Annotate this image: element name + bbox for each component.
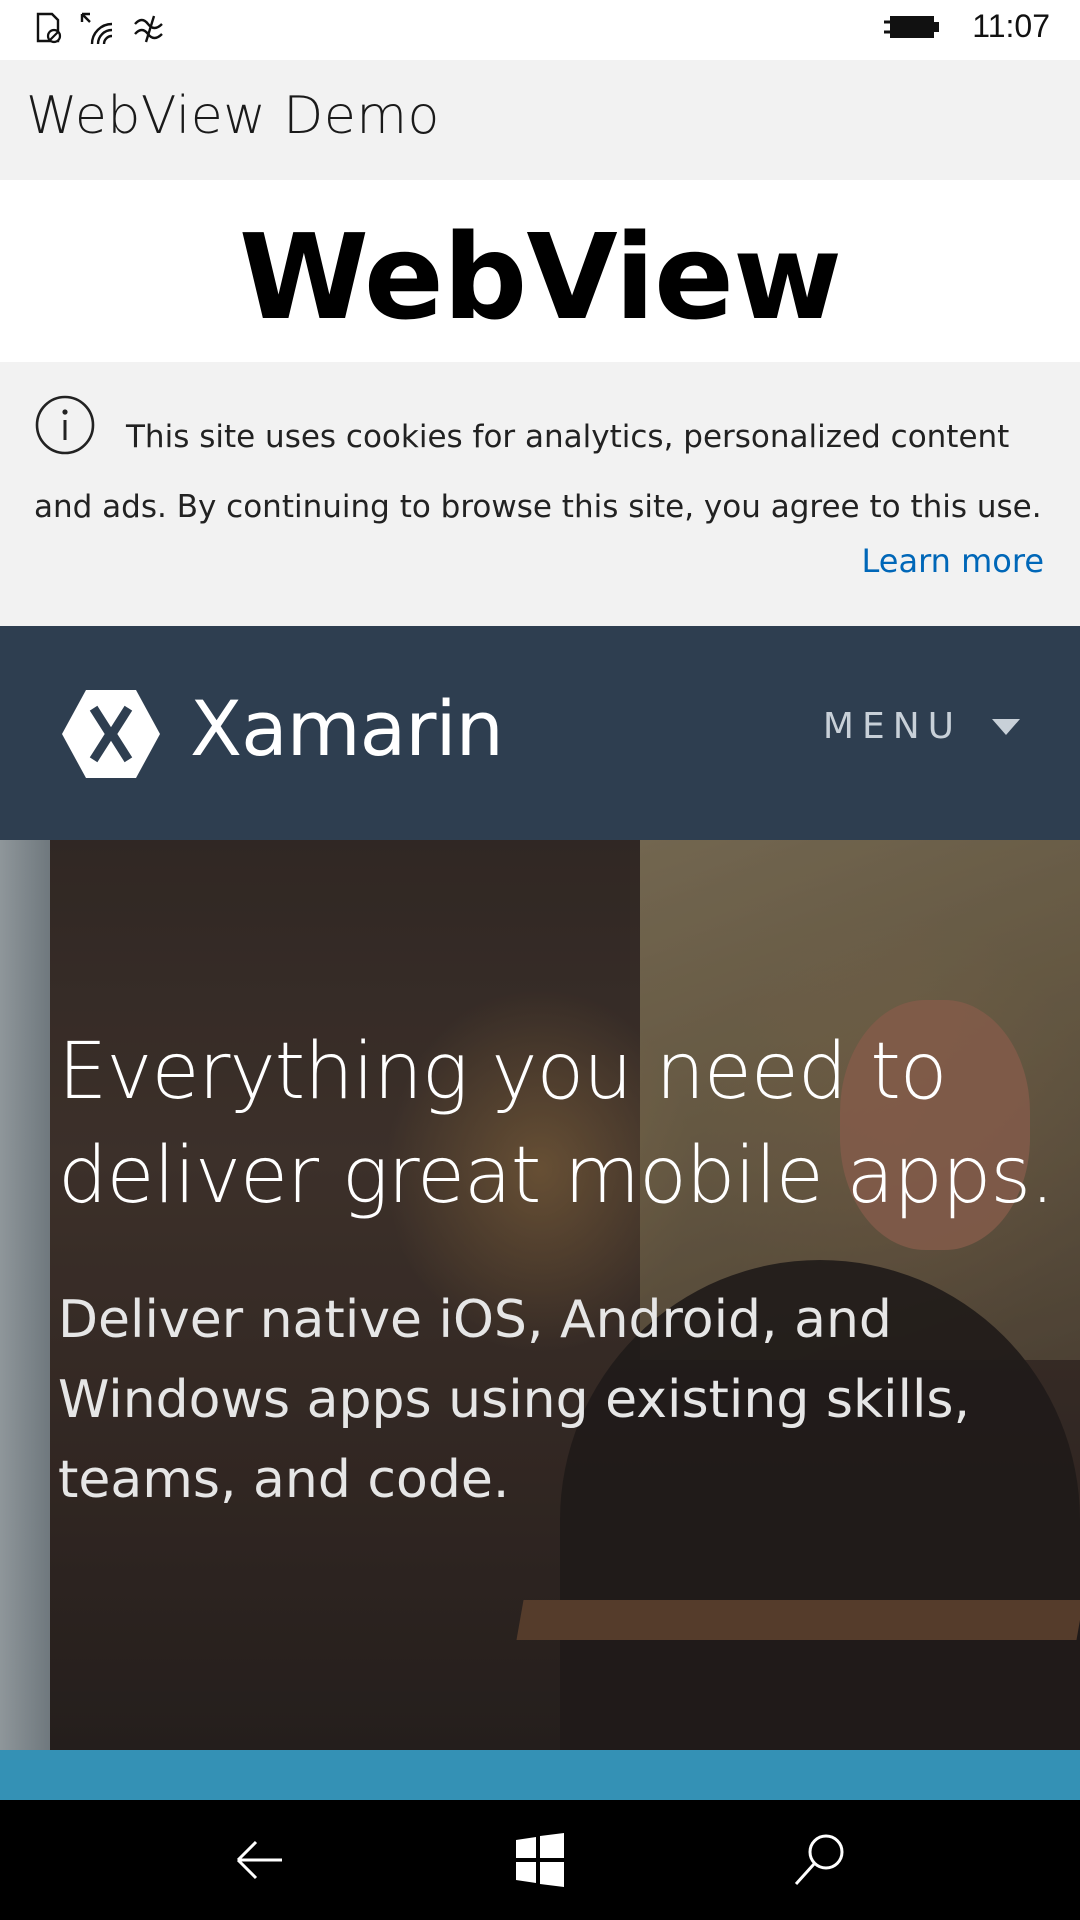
battery-charging-icon — [884, 15, 940, 38]
system-nav-bar — [0, 1800, 1080, 1920]
status-icons-left — [34, 10, 170, 46]
menu-label: MENU — [822, 706, 962, 747]
app-bar: WebView Demo — [0, 60, 1080, 180]
clock: 11:07 — [972, 8, 1050, 44]
app-title: WebView Demo — [26, 86, 440, 146]
data-transfer-icon — [134, 15, 163, 43]
search-icon[interactable] — [790, 1830, 850, 1890]
menu-button[interactable]: MENU — [823, 706, 1022, 747]
cookie-text: This site uses cookies for analytics, pe… — [34, 419, 1042, 525]
caret-down-icon — [992, 718, 1020, 735]
windows-icon[interactable] — [510, 1830, 570, 1890]
brand-name[interactable]: Xamarin — [190, 684, 504, 773]
back-icon[interactable] — [230, 1830, 290, 1890]
site-navbar: Xamarin MENU — [0, 626, 1080, 840]
wifi-icon — [80, 12, 113, 45]
learn-more-link[interactable]: Learn more — [862, 542, 1045, 580]
page-header: WebView — [0, 180, 1080, 362]
cookie-notice: This site uses cookies for analytics, pe… — [0, 362, 1080, 626]
page-heading: WebView — [238, 208, 842, 346]
accent-strip — [0, 1750, 1080, 1800]
hero-title: Everything you need to deliver great mob… — [58, 1027, 1055, 1221]
no-sim-icon — [36, 12, 62, 44]
xamarin-logo-icon[interactable] — [58, 686, 164, 782]
status-icons-right: 11:07 — [884, 8, 1050, 45]
status-bar: 11:07 — [0, 0, 1080, 60]
hero-section: Everything you need to deliver great mob… — [0, 840, 1080, 1750]
hero-subtitle: Deliver native iOS, Android, and Windows… — [58, 1290, 971, 1510]
